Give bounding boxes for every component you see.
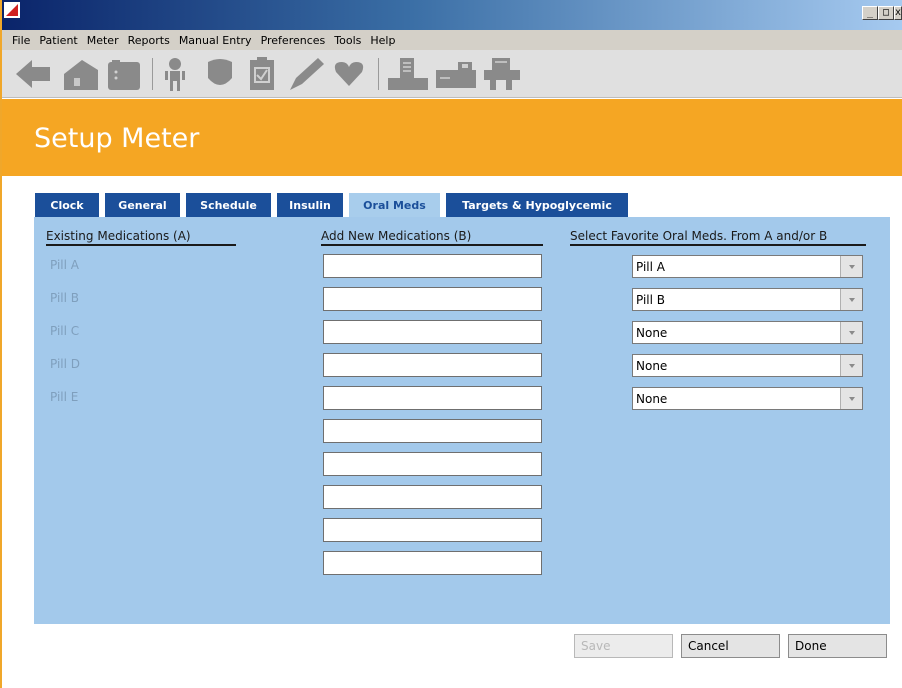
chevron-down-icon (848, 396, 855, 401)
card-reader-icon[interactable] (434, 56, 478, 92)
dropdown-button[interactable] (840, 289, 862, 310)
person-icon[interactable] (160, 56, 190, 92)
new-medication-input[interactable] (323, 419, 542, 443)
add-new-medications-heading: Add New Medications (B) (321, 229, 543, 246)
menu-meter[interactable]: Meter (87, 34, 119, 47)
dropdown-button[interactable] (840, 256, 862, 277)
menu-bar: File Patient Meter Reports Manual Entry … (2, 30, 902, 50)
favorite-med-select[interactable]: Pill B (632, 288, 863, 311)
new-medication-input[interactable] (323, 320, 542, 344)
favorite-med-select[interactable]: None (632, 354, 863, 377)
clipboard-icon[interactable] (246, 56, 278, 92)
menu-reports[interactable]: Reports (128, 34, 170, 47)
menu-patient[interactable]: Patient (39, 34, 77, 47)
chevron-down-icon (848, 264, 855, 269)
toolbar (2, 50, 902, 98)
app-window: _ □ x File Patient Meter Reports Manual … (0, 0, 902, 688)
favorite-med-value: Pill B (636, 293, 666, 307)
menu-preferences[interactable]: Preferences (261, 34, 326, 47)
minimize-button[interactable]: _ (862, 6, 878, 20)
favorite-meds-heading: Select Favorite Oral Meds. From A and/or… (570, 229, 866, 246)
tab-bar: Clock General Schedule Insulin Oral Meds… (35, 193, 634, 217)
page-header: Setup Meter (2, 99, 902, 176)
title-bar[interactable]: _ □ x (2, 0, 902, 30)
toolbar-separator (378, 58, 379, 90)
back-arrow-icon[interactable] (14, 56, 52, 92)
save-button[interactable]: Save (574, 634, 673, 658)
meter-icon[interactable] (106, 56, 142, 92)
existing-med-label: Pill A (50, 258, 79, 272)
report-icon[interactable] (386, 56, 430, 92)
favorite-med-select[interactable]: None (632, 387, 863, 410)
shield-icon[interactable] (204, 56, 236, 92)
chevron-down-icon (848, 297, 855, 302)
tab-oral-meds[interactable]: Oral Meds (349, 193, 440, 217)
chevron-down-icon (848, 363, 855, 368)
app-logo-icon (4, 2, 20, 18)
existing-med-label: Pill D (50, 357, 81, 371)
toolbar-separator (152, 58, 153, 90)
menu-tools[interactable]: Tools (334, 34, 361, 47)
new-medication-input[interactable] (323, 452, 542, 476)
tab-schedule[interactable]: Schedule (186, 193, 271, 217)
dropdown-button[interactable] (840, 388, 862, 409)
new-medication-input[interactable] (323, 254, 542, 278)
existing-medications-heading: Existing Medications (A) (46, 229, 236, 246)
new-medication-input[interactable] (323, 287, 542, 311)
tab-insulin[interactable]: Insulin (277, 193, 343, 217)
heart-icon[interactable] (332, 56, 366, 92)
favorite-med-value: None (636, 392, 668, 406)
menu-file[interactable]: File (12, 34, 30, 47)
new-medication-input[interactable] (323, 386, 542, 410)
tab-targets-hypoglycemic[interactable]: Targets & Hypoglycemic (446, 193, 628, 217)
done-button[interactable]: Done (788, 634, 887, 658)
favorite-med-value: Pill A (636, 260, 665, 274)
new-medication-input[interactable] (323, 551, 542, 575)
tab-clock[interactable]: Clock (35, 193, 99, 217)
menu-help[interactable]: Help (370, 34, 395, 47)
favorite-med-value: None (636, 359, 668, 373)
oral-meds-panel: Existing Medications (A) Add New Medicat… (34, 217, 890, 624)
new-medication-input[interactable] (323, 518, 542, 542)
close-button[interactable]: x (894, 6, 902, 20)
home-icon[interactable] (62, 56, 100, 92)
new-medication-input[interactable] (323, 485, 542, 509)
printer-icon[interactable] (482, 56, 522, 92)
favorite-med-value: None (636, 326, 668, 340)
dropdown-button[interactable] (840, 355, 862, 376)
page-title: Setup Meter (34, 123, 200, 154)
chevron-down-icon (848, 330, 855, 335)
favorite-med-select[interactable]: None (632, 321, 863, 344)
existing-med-label: Pill C (50, 324, 80, 338)
window-controls: _ □ x (862, 6, 902, 20)
dropdown-button[interactable] (840, 322, 862, 343)
maximize-button[interactable]: □ (878, 6, 894, 20)
new-medication-input[interactable] (323, 353, 542, 377)
tab-general[interactable]: General (105, 193, 180, 217)
menu-manual-entry[interactable]: Manual Entry (179, 34, 252, 47)
existing-med-label: Pill B (50, 291, 80, 305)
cancel-button[interactable]: Cancel (681, 634, 780, 658)
existing-med-label: Pill E (50, 390, 79, 404)
favorite-med-select[interactable]: Pill A (632, 255, 863, 278)
pen-icon[interactable] (286, 56, 326, 92)
